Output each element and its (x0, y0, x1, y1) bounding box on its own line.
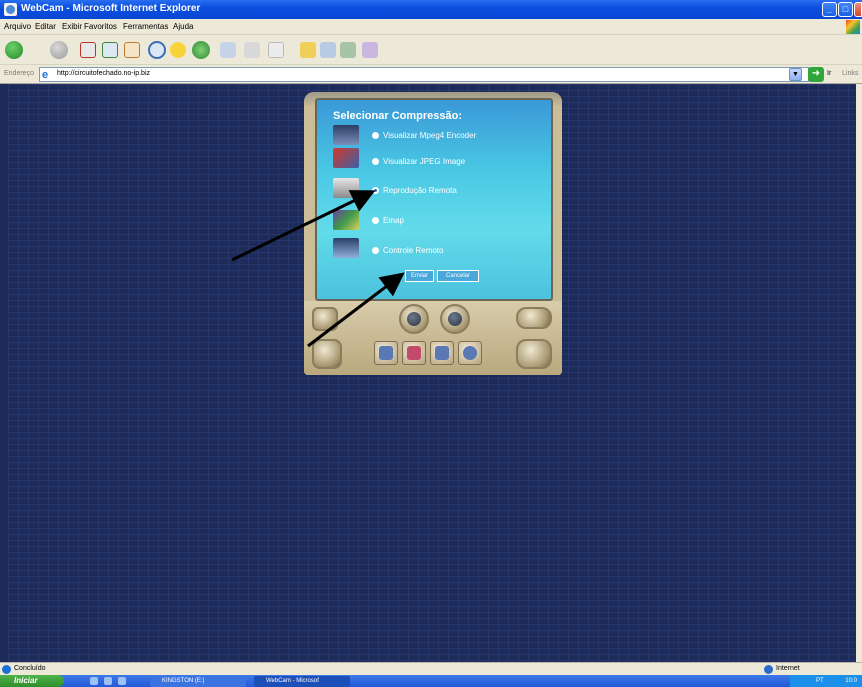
quicklaunch-desktop-icon[interactable] (104, 677, 112, 685)
status-bar: Concluído Internet (0, 662, 862, 675)
tray-clock: 10:0 (845, 678, 857, 684)
task-kingston[interactable]: KINGSTON (E:) (150, 676, 246, 687)
tray-lang: PT (816, 678, 824, 684)
page-done-icon (2, 665, 11, 674)
quicklaunch-ie-icon[interactable] (90, 677, 98, 685)
arrow-to-submit (307, 272, 405, 348)
taskbar: Iniciar KINGSTON (E:) WebCam - Microsof … (0, 675, 862, 687)
arrow-to-remote-playback (231, 190, 376, 262)
system-tray: PT 10:0 (790, 675, 862, 687)
zone-text: Internet (776, 665, 800, 672)
start-button[interactable]: Iniciar (0, 675, 64, 687)
internet-zone-icon (764, 665, 773, 674)
annotation-arrows (231, 190, 405, 348)
quicklaunch-media-icon[interactable] (118, 677, 126, 685)
task-webcam[interactable]: WebCam - Microsof (254, 676, 350, 687)
status-text: Concluído (14, 665, 46, 672)
